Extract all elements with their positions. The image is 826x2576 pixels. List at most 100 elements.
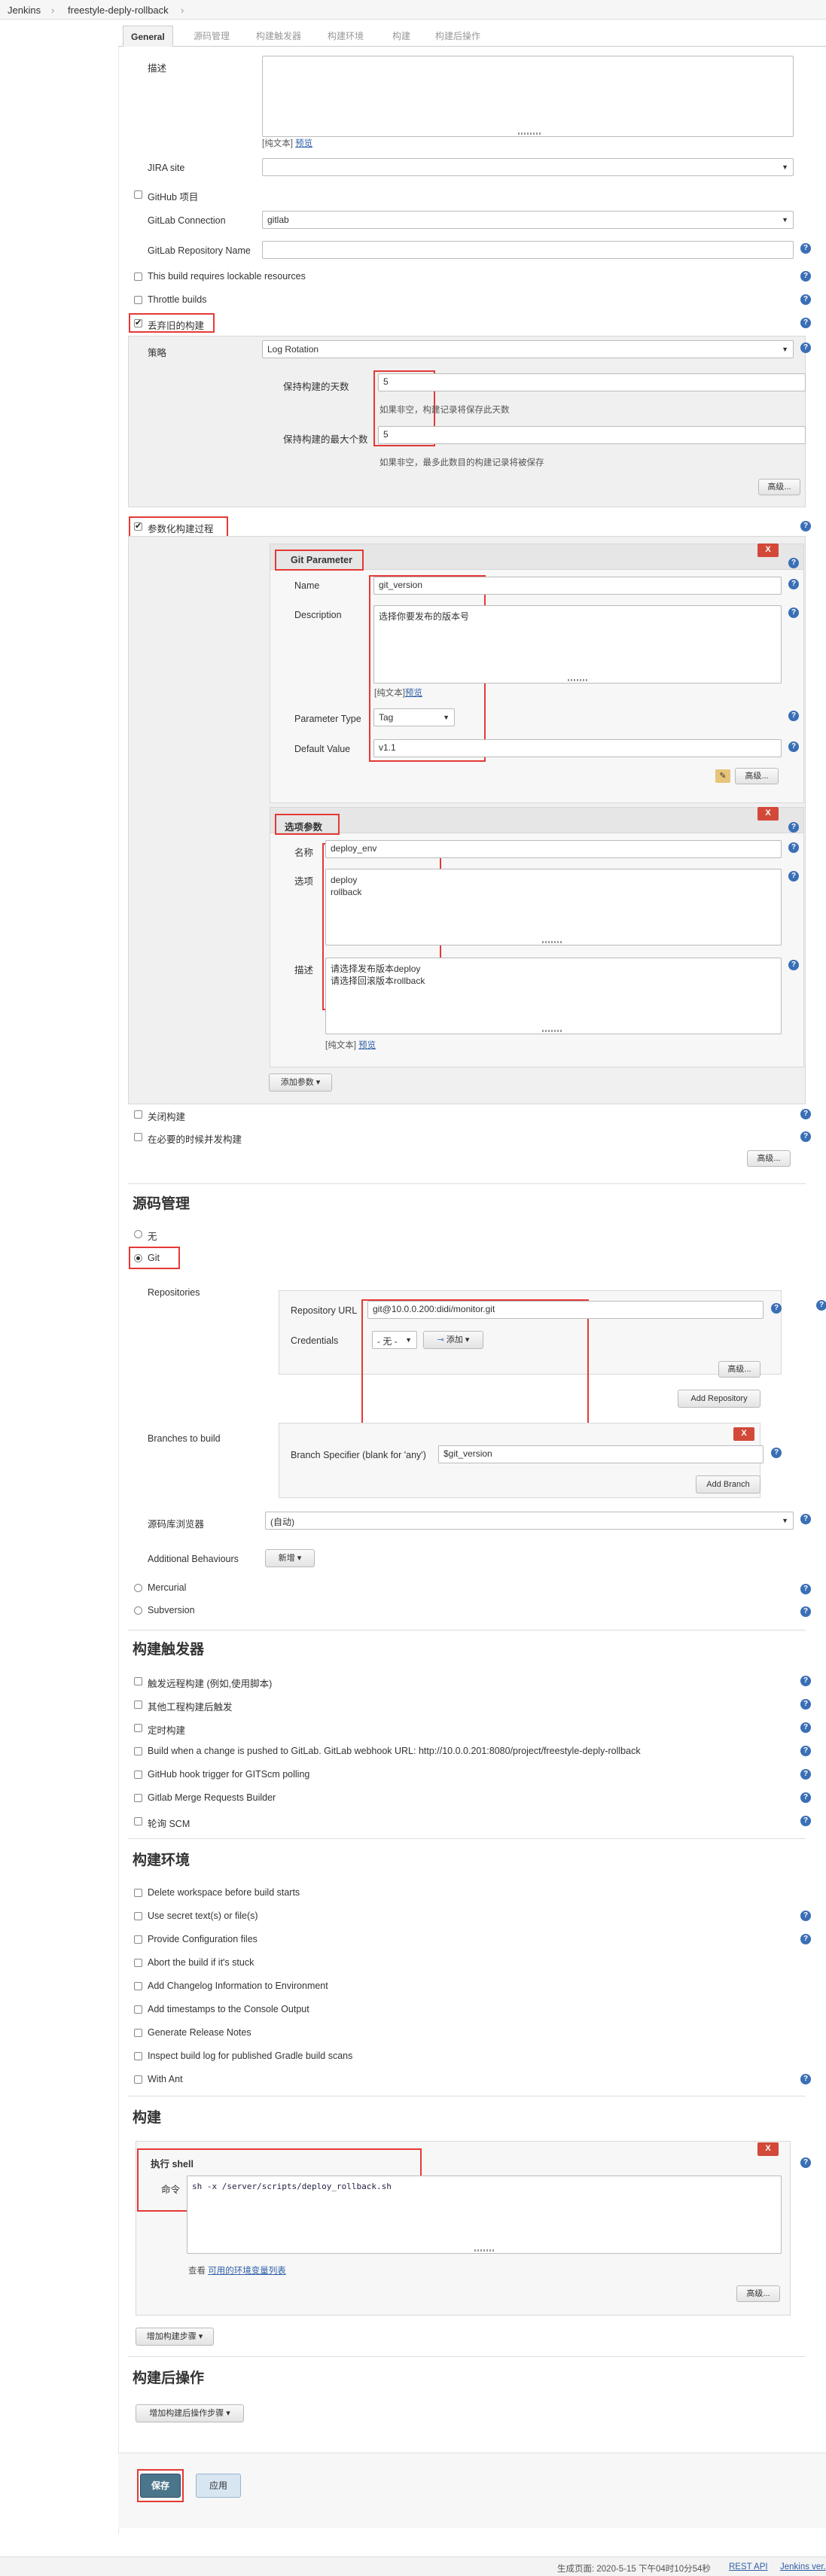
apply-button[interactable]: 应用: [196, 2474, 241, 2498]
help-icon[interactable]: ?: [800, 1109, 811, 1119]
add-behaviour-button[interactable]: 新增 ▾: [265, 1549, 315, 1567]
env-checkbox[interactable]: [134, 2075, 142, 2084]
scm-git-radio[interactable]: [134, 1254, 142, 1262]
save-button[interactable]: 保存: [140, 2474, 181, 2498]
discard-old-checkbox[interactable]: [134, 318, 142, 327]
branch-spec-input[interactable]: $git_version: [438, 1445, 764, 1463]
scm-subversion-radio[interactable]: [134, 1606, 142, 1615]
help-icon[interactable]: ?: [800, 1792, 811, 1803]
help-icon[interactable]: ?: [800, 1816, 811, 1826]
env-checkbox[interactable]: [134, 2029, 142, 2037]
env-checkbox[interactable]: [134, 2052, 142, 2060]
parameterized-checkbox[interactable]: [134, 521, 142, 531]
credentials-select[interactable]: - 无 -: [372, 1331, 417, 1349]
days-to-keep-input[interactable]: 5: [378, 373, 806, 391]
scm-none-radio[interactable]: [134, 1230, 142, 1238]
tab-scm[interactable]: 源码管理: [194, 26, 230, 47]
help-icon[interactable]: ?: [788, 960, 799, 970]
help-icon[interactable]: ?: [788, 842, 799, 853]
add-branch-button[interactable]: Add Branch: [696, 1475, 760, 1494]
advanced-button[interactable]: 高级...: [758, 479, 800, 495]
help-icon[interactable]: ?: [816, 1300, 826, 1311]
env-checkbox[interactable]: [134, 2005, 142, 2014]
gitlab-connection-select[interactable]: gitlab: [262, 211, 794, 229]
help-icon[interactable]: ?: [788, 579, 799, 589]
breadcrumb-root[interactable]: Jenkins: [8, 5, 41, 16]
trigger-checkbox[interactable]: [134, 1677, 142, 1685]
delete-parameter-button[interactable]: X: [757, 544, 779, 557]
help-icon[interactable]: ?: [771, 1448, 782, 1458]
param-default-input[interactable]: v1.1: [373, 739, 782, 757]
strategy-select[interactable]: Log Rotation: [262, 340, 794, 358]
help-icon[interactable]: ?: [800, 1606, 811, 1617]
resize-handle[interactable]: [542, 1030, 562, 1032]
trigger-checkbox[interactable]: [134, 1817, 142, 1825]
help-icon[interactable]: ?: [788, 558, 799, 568]
help-icon[interactable]: ?: [771, 1303, 782, 1314]
choice-name-input[interactable]: deploy_env: [325, 840, 782, 858]
help-icon[interactable]: ?: [788, 741, 799, 752]
help-icon[interactable]: ?: [800, 1769, 811, 1780]
throttle-checkbox[interactable]: [134, 296, 142, 304]
param-name-input[interactable]: git_version: [373, 577, 782, 595]
advanced-button[interactable]: 高级...: [747, 1150, 791, 1167]
concurrent-checkbox[interactable]: [134, 1133, 142, 1141]
preview-link[interactable]: 预览: [295, 139, 312, 148]
help-icon[interactable]: ?: [800, 1911, 811, 1921]
help-icon[interactable]: ?: [788, 607, 799, 618]
lockable-checkbox[interactable]: [134, 273, 142, 281]
tab-general[interactable]: General: [123, 26, 173, 47]
jira-site-select[interactable]: [262, 158, 794, 176]
gitlab-repo-input[interactable]: [262, 241, 794, 259]
help-icon[interactable]: ?: [800, 1722, 811, 1733]
tab-triggers[interactable]: 构建触发器: [256, 26, 301, 47]
trigger-checkbox[interactable]: [134, 1771, 142, 1779]
add-post-build-step-button[interactable]: 增加构建后操作步骤 ▾: [136, 2404, 244, 2422]
help-icon[interactable]: ?: [788, 711, 799, 721]
max-to-keep-input[interactable]: 5: [378, 426, 806, 444]
help-icon[interactable]: ?: [800, 318, 811, 328]
env-checkbox[interactable]: [134, 1935, 142, 1944]
help-icon[interactable]: ?: [800, 2157, 811, 2168]
help-icon[interactable]: ?: [800, 343, 811, 353]
resize-handle[interactable]: [518, 132, 541, 135]
trigger-checkbox[interactable]: [134, 1701, 142, 1709]
help-icon[interactable]: ?: [800, 294, 811, 305]
trigger-checkbox[interactable]: [134, 1794, 142, 1802]
description-textarea[interactable]: [262, 56, 794, 137]
trigger-checkbox[interactable]: [134, 1747, 142, 1755]
help-icon[interactable]: ?: [788, 871, 799, 882]
resize-handle[interactable]: [568, 679, 587, 681]
breadcrumb-job[interactable]: freestyle-deply-rollback: [68, 5, 169, 16]
help-icon[interactable]: ?: [800, 271, 811, 282]
repo-url-input[interactable]: git@10.0.0.200:didi/monitor.git: [367, 1301, 764, 1319]
resize-handle[interactable]: [542, 941, 562, 943]
help-icon[interactable]: ?: [800, 1676, 811, 1686]
delete-build-step-button[interactable]: X: [757, 2142, 779, 2156]
trigger-checkbox[interactable]: [134, 1724, 142, 1732]
repo-browser-select[interactable]: (自动): [265, 1512, 794, 1530]
param-type-select[interactable]: Tag: [373, 708, 455, 726]
tab-environment[interactable]: 构建环境: [328, 26, 364, 47]
help-icon[interactable]: ?: [800, 243, 811, 254]
help-icon[interactable]: ?: [800, 1934, 811, 1944]
choice-description-textarea[interactable]: 请选择发布版本deploy 请选择回滚版本rollback: [325, 958, 782, 1034]
env-checkbox[interactable]: [134, 1912, 142, 1920]
help-icon[interactable]: ?: [800, 1584, 811, 1594]
env-vars-link[interactable]: 可用的环境变量列表: [208, 2267, 286, 2276]
preview-link[interactable]: 预览: [405, 689, 422, 698]
close-build-checkbox[interactable]: [134, 1110, 142, 1119]
repo-advanced-button[interactable]: 高级...: [718, 1361, 760, 1378]
jenkins-version-link[interactable]: Jenkins ver.: [780, 2562, 826, 2571]
choice-options-textarea[interactable]: deploy rollback: [325, 869, 782, 945]
build-advanced-button[interactable]: 高级...: [736, 2285, 780, 2302]
command-textarea[interactable]: sh -x /server/scripts/deploy_rollback.sh: [187, 2176, 782, 2254]
help-icon[interactable]: ?: [800, 2074, 811, 2084]
add-build-step-button[interactable]: 增加构建步骤 ▾: [136, 2328, 214, 2346]
resize-handle[interactable]: [474, 2249, 494, 2252]
help-icon[interactable]: ?: [800, 521, 811, 531]
help-icon[interactable]: ?: [788, 822, 799, 833]
add-parameter-button[interactable]: 添加参数 ▾: [269, 1073, 332, 1092]
env-checkbox[interactable]: [134, 1959, 142, 1967]
advanced-button[interactable]: 高级...: [735, 768, 779, 784]
